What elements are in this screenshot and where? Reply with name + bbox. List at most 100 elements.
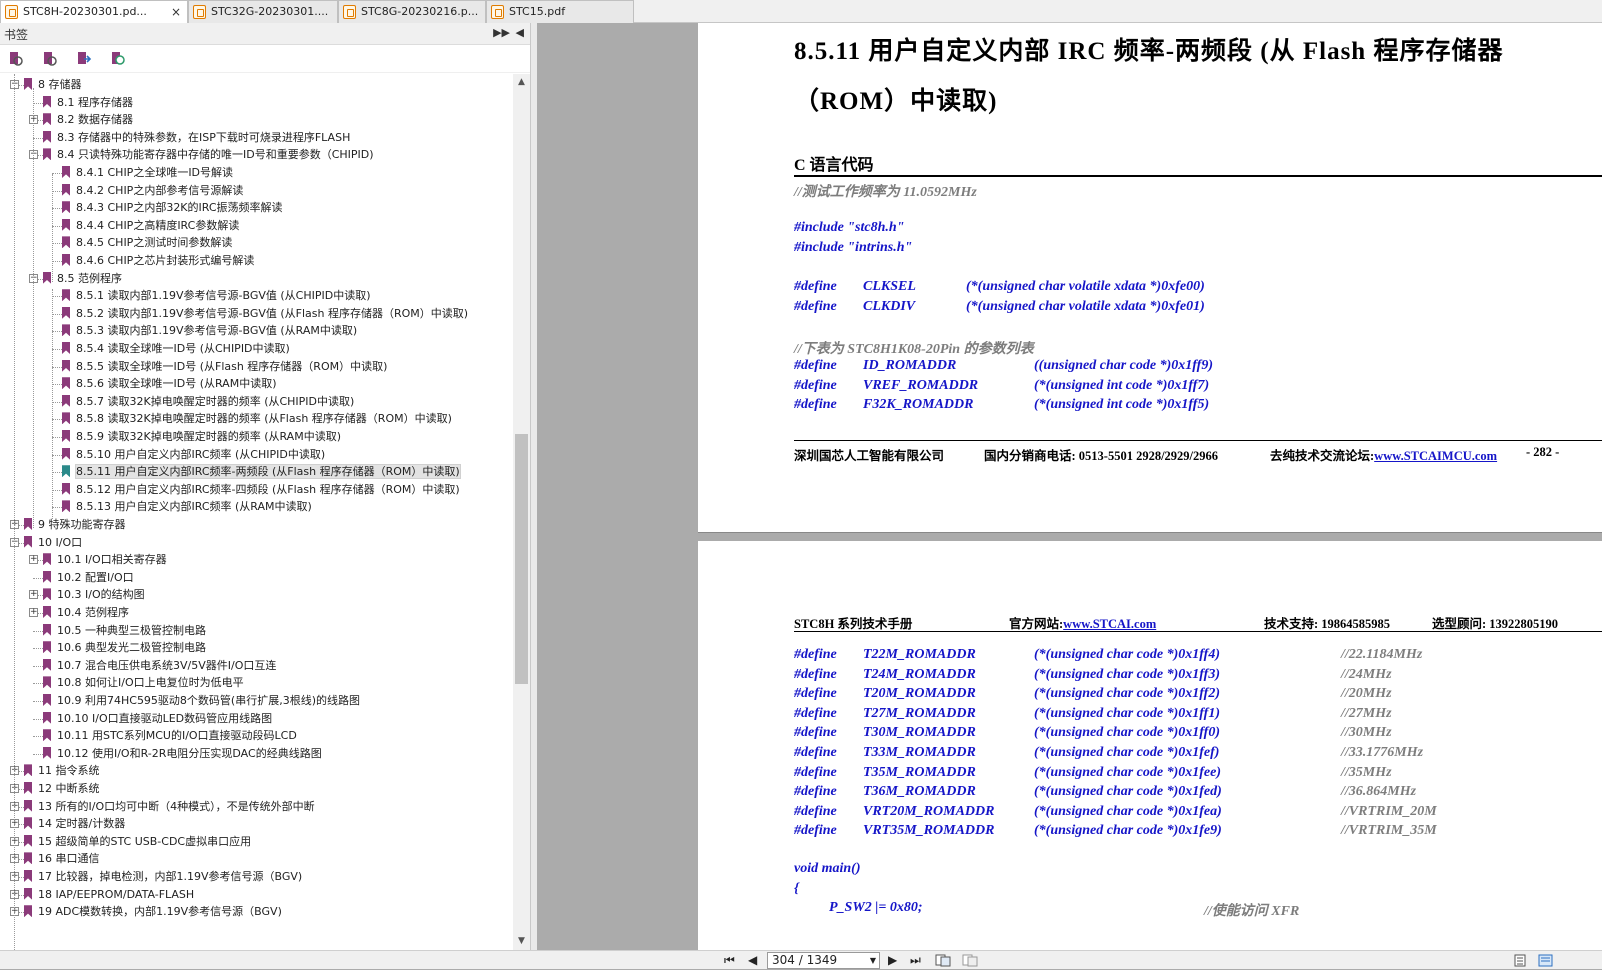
- bookmark-item[interactable]: 8.5.11 用户自定义内部IRC频率-两频段 (从Flash 程序存储器（RO…: [62, 463, 461, 481]
- expand-node-icon[interactable]: +: [29, 555, 38, 565]
- bookmark-item[interactable]: 8.5.13 用户自定义内部IRC频率 (从RAM中读取): [62, 498, 312, 516]
- code-define-value: (*(unsigned char code *)0x1fed): [1034, 784, 1222, 800]
- expand-node-icon[interactable]: +: [29, 590, 38, 600]
- bookmark-item[interactable]: 8.4.6 CHIP之芯片封装形式编号解读: [62, 252, 254, 270]
- bookmark-item[interactable]: 10 I/O口: [24, 534, 82, 552]
- bookmark-expand-icon[interactable]: [8, 51, 24, 67]
- bookmark-item[interactable]: 11 指令系统: [24, 762, 100, 780]
- bookmark-label: 8.5 范例程序: [57, 271, 122, 285]
- first-page-icon[interactable]: ⏮: [724, 953, 735, 968]
- header-site-link[interactable]: www.STCAI.com: [1063, 617, 1156, 631]
- bookmark-item[interactable]: 8.4.5 CHIP之测试时间参数解读: [62, 234, 232, 252]
- close-tab-icon[interactable]: ×: [171, 1, 181, 23]
- code-define-name: T27M_ROMADDR: [863, 705, 976, 721]
- bookmark-item[interactable]: 8.5.8 读取32K掉电唤醒定时器的频率 (从Flash 程序存储器（ROM）…: [62, 410, 452, 428]
- bookmark-item[interactable]: 8.4.4 CHIP之高精度IRC参数解读: [62, 217, 239, 235]
- bookmark-goto-icon[interactable]: [76, 51, 92, 67]
- bookmark-item[interactable]: 10.1 I/O口相关寄存器: [43, 551, 167, 569]
- code-define-name: T35M_ROMADDR: [863, 764, 976, 780]
- bookmark-collapse-icon[interactable]: [42, 51, 58, 67]
- collapse-panel-icon[interactable]: ◀: [516, 26, 524, 39]
- bookmark-item[interactable]: 13 所有的I/O口均可中断（4种模式），不是传统外部中断: [24, 798, 315, 816]
- bookmark-item[interactable]: 8.4 只读特殊功能寄存器中存储的唯一ID号和重要参数（CHIPID): [43, 146, 374, 164]
- next-page-icon[interactable]: ▶: [888, 953, 897, 967]
- page-number-input[interactable]: 304 / 1349 ▼: [767, 952, 880, 969]
- single-page-view-icon[interactable]: [1514, 954, 1526, 970]
- continuous-view-icon[interactable]: [1538, 954, 1554, 970]
- tab-stc8h[interactable]: STC8H-20230301.pd... ×: [0, 0, 188, 23]
- bookmark-item[interactable]: 8.5.7 读取32K掉电唤醒定时器的频率 (从CHIPID中读取): [62, 393, 354, 411]
- bookmark-item[interactable]: 10.3 I/O的结构图: [43, 586, 145, 604]
- bookmark-item[interactable]: 10.10 I/O口直接驱动LED数码管应用线路图: [43, 710, 272, 728]
- bookmark-item[interactable]: 10.12 使用I/O和R-2R电阻分压实现DAC的经典线路图: [43, 745, 322, 763]
- bookmark-item[interactable]: 8.5.1 读取内部1.19V参考信号源-BGV值 (从CHIPID中读取): [62, 287, 371, 305]
- bookmark-item[interactable]: 8.5.4 读取全球唯一ID号 (从CHIPID中读取): [62, 340, 290, 358]
- bookmark-item[interactable]: 8.4.1 CHIP之全球唯一ID号解读: [62, 164, 233, 182]
- bookmark-item[interactable]: 10.7 混合电压供电系统3V/5V器件I/O口互连: [43, 657, 276, 675]
- copy-page-icon[interactable]: [935, 954, 951, 970]
- scroll-up-icon[interactable]: ▲: [513, 74, 530, 91]
- bookmark-item[interactable]: 8.2 数据存储器: [43, 111, 133, 129]
- tree-connector: [52, 313, 62, 315]
- tree-connector: [52, 173, 62, 174]
- chevron-down-icon[interactable]: ▼: [870, 953, 876, 968]
- footer-page-number: - 282 -: [1526, 445, 1560, 459]
- bookmark-item[interactable]: 8.5 范例程序: [43, 270, 122, 288]
- bookmark-item[interactable]: 14 定时器/计数器: [24, 815, 125, 833]
- tab-stc8g[interactable]: STC8G-20230216.p...: [338, 0, 486, 23]
- bookmark-item[interactable]: 8.5.3 读取内部1.19V参考信号源-BGV值 (从RAM中读取): [62, 322, 357, 340]
- tab-stc15[interactable]: STC15.pdf: [486, 0, 634, 23]
- bookmark-icon: [62, 201, 70, 214]
- document-viewer[interactable]: 8.5.11 用户自定义内部 IRC 频率-两频段 (从 Flash 程序存储器…: [537, 23, 1602, 950]
- bookmark-item[interactable]: 16 串口通信: [24, 850, 100, 868]
- expand-panel-icon[interactable]: ▶▶: [493, 26, 510, 39]
- scroll-down-icon[interactable]: ▼: [513, 933, 530, 950]
- bookmark-item[interactable]: 8.4.2 CHIP之内部参考信号源解读: [62, 182, 243, 200]
- bookmark-item[interactable]: 8.5.10 用户自定义内部IRC频率 (从CHIPID中读取): [62, 446, 325, 464]
- bookmark-item[interactable]: 8.5.2 读取内部1.19V参考信号源-BGV值 (从Flash 程序存储器（…: [62, 305, 468, 323]
- bookmark-item[interactable]: 10.4 范例程序: [43, 604, 129, 622]
- rotate-page-icon[interactable]: [962, 954, 978, 970]
- tab-stc32g[interactable]: STC32G-20230301....: [188, 0, 338, 23]
- code-comment: //测试工作频率为 11.0592MHz: [794, 185, 977, 200]
- bookmark-icon: [62, 412, 70, 425]
- bookmark-item[interactable]: 8.4.3 CHIP之内部32K的IRC振荡频率解读: [62, 199, 283, 217]
- expand-node-icon[interactable]: +: [29, 608, 38, 617]
- bookmark-item[interactable]: 10.8 如何让I/O口上电复位时为低电平: [43, 674, 244, 692]
- bookmark-item[interactable]: 8.5.9 读取32K掉电唤醒定时器的频率 (从RAM中读取): [62, 428, 341, 446]
- code-define-keyword: #define: [794, 666, 837, 682]
- bookmark-item[interactable]: 15 超级简单的STC USB-CDC虚拟串口应用: [24, 833, 251, 851]
- code-define-name: T33M_ROMADDR: [863, 745, 976, 760]
- code-define-value: (*(unsigned char code *)0x1ff3): [1034, 666, 1221, 682]
- bookmark-item[interactable]: 8.1 程序存储器: [43, 94, 133, 112]
- bookmarks-scrollbar[interactable]: ▲ ▼: [513, 74, 530, 950]
- bookmark-item[interactable]: 8.5.5 读取全球唯一ID号 (从Flash 程序存储器（ROM）中读取): [62, 358, 387, 376]
- bookmark-item[interactable]: 10.9 利用74HC595驱动8个数码管(串行扩展,3根线)的线路图: [43, 692, 360, 710]
- bookmark-item[interactable]: 12 中断系统: [24, 780, 100, 798]
- last-page-icon[interactable]: ⏭: [910, 953, 921, 968]
- footer-forum-link[interactable]: www.STCAIMCU.com: [1374, 449, 1497, 463]
- bookmark-icon: [62, 377, 70, 390]
- bookmark-item[interactable]: 17 比较器，掉电检测，内部1.19V参考信号源（BGV): [24, 868, 302, 886]
- bookmark-search-icon[interactable]: [110, 51, 126, 67]
- code-define-comment: //VRTRIM_20M: [1341, 803, 1437, 819]
- bookmark-item[interactable]: 8.5.6 读取全球唯一ID号 (从RAM中读取): [62, 375, 277, 393]
- bookmark-item[interactable]: 19 ADC模数转换，内部1.19V参考信号源（BGV): [24, 903, 282, 921]
- bookmark-item[interactable]: 10.2 配置I/O口: [43, 569, 134, 587]
- tree-connector: [52, 243, 62, 245]
- bookmark-item[interactable]: 10.11 用STC系列MCU的I/O口直接驱动段码LCD: [43, 727, 297, 745]
- bookmark-item[interactable]: 10.6 典型发光二极管控制电路: [43, 639, 206, 657]
- footer-company: 深圳国芯人工智能有限公司: [794, 449, 945, 463]
- bookmark-item[interactable]: 8.5.12 用户自定义内部IRC频率-四频段 (从Flash 程序存储器（RO…: [62, 481, 460, 499]
- bookmark-item[interactable]: 10.5 一种典型三极管控制电路: [43, 622, 206, 640]
- bookmark-item[interactable]: 9 特殊功能寄存器: [24, 516, 126, 534]
- bookmark-label: 10.10 I/O口直接驱动LED数码管应用线路图: [57, 711, 273, 725]
- bookmark-label: 16 串口通信: [38, 852, 100, 866]
- scrollbar-thumb[interactable]: [515, 434, 528, 684]
- bookmark-item[interactable]: 18 IAP/EEPROM/DATA-FLASH: [24, 886, 194, 904]
- prev-page-icon[interactable]: ◀: [748, 953, 757, 967]
- tab-label: STC32G-20230301....: [211, 5, 329, 18]
- bookmark-label: 10 I/O口: [38, 535, 83, 549]
- bookmark-icon: [62, 166, 70, 178]
- bookmark-item[interactable]: 8.3 存储器中的特殊参数，在ISP下载时可烧录进程序FLASH: [43, 129, 350, 147]
